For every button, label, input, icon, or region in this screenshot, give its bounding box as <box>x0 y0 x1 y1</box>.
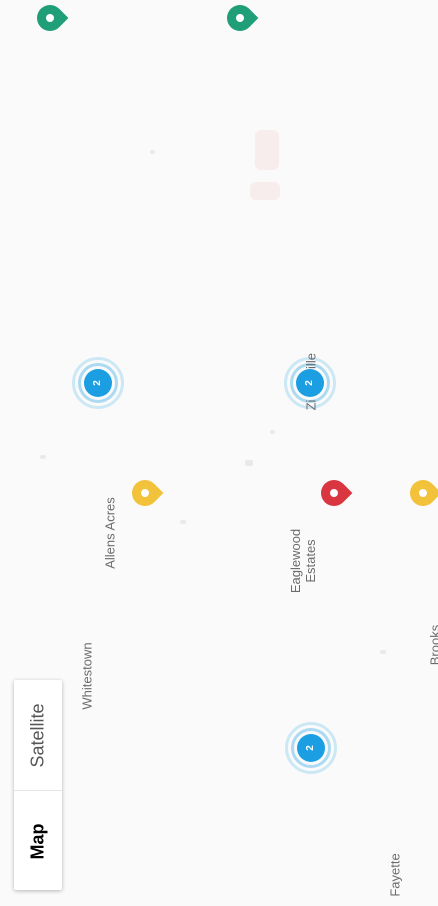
map-pin-icon[interactable] <box>404 474 438 512</box>
satellite-button[interactable]: Satellite <box>14 680 62 790</box>
map-button[interactable]: Map <box>14 790 62 891</box>
place-label-zionsville-start: Zi <box>303 399 319 411</box>
cluster-count: 2 <box>297 734 325 762</box>
map-pin-icon[interactable] <box>126 474 164 512</box>
map-texture <box>255 130 279 170</box>
place-label-brooks: Brooks <box>427 624 438 666</box>
map-canvas[interactable]: 2 2 2 Allens Acres Whitestown Eaglewood … <box>0 0 438 906</box>
marker-cluster[interactable]: 2 <box>70 355 126 411</box>
pin-dot <box>330 489 338 497</box>
map-pin-icon[interactable] <box>221 0 259 37</box>
map-texture <box>270 430 275 434</box>
map-pin-icon[interactable] <box>315 474 353 512</box>
map-button-label: Map <box>27 823 48 859</box>
map-type-control: Satellite Map <box>14 680 62 890</box>
map-texture <box>150 150 155 154</box>
map-texture <box>250 182 280 200</box>
map-pin-icon[interactable] <box>31 0 69 37</box>
satellite-button-label: Satellite <box>27 702 48 768</box>
pin-dot <box>141 489 149 497</box>
cluster-count: 2 <box>84 369 112 397</box>
map-texture <box>40 455 46 459</box>
place-label-eaglewood-estates: Eaglewood Estates <box>288 529 318 593</box>
pin-dot <box>419 489 427 497</box>
pin-dot <box>236 14 244 22</box>
place-label-zionsville-end: ille <box>303 353 319 369</box>
map-texture <box>380 650 386 654</box>
marker-cluster[interactable]: 2 <box>283 720 339 776</box>
map-texture <box>180 520 186 524</box>
place-label-allens-acres: Allens Acres <box>102 497 118 569</box>
pin-dot <box>46 14 54 22</box>
place-label-line: Eaglewood <box>288 528 303 594</box>
place-label-line: Estates <box>303 539 318 583</box>
place-label-whitestown: Whitestown <box>79 642 95 710</box>
map-texture <box>245 460 253 466</box>
place-label-fayette: Fayette <box>387 853 403 897</box>
cluster-count: 2 <box>296 369 324 397</box>
